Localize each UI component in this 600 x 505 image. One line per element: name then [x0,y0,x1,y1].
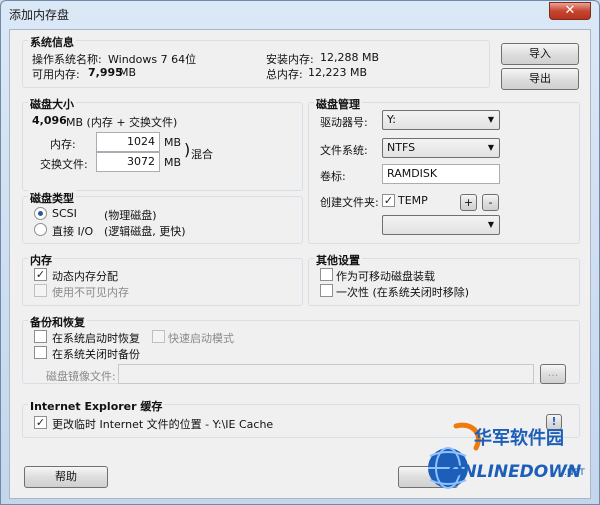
remove-folder-button[interactable]: - [482,194,499,211]
installed-memory-label: 安装内存: [266,53,314,66]
export-button[interactable]: 导出 [501,68,579,90]
other-settings-title: 其他设置 [314,252,362,268]
close-button[interactable]: ✕ [549,2,591,20]
os-name-label: 操作系统名称: [32,53,102,66]
volume-label-input[interactable]: RAMDISK [382,164,500,184]
disk-size-title: 磁盘大小 [28,96,76,112]
removable-checkbox[interactable] [320,268,333,281]
ie-cache-label[interactable]: 更改临时 Internet 文件的位置 - Y:\IE Cache [52,416,273,432]
removable-label[interactable]: 作为可移动磁盘装载 [336,268,435,284]
backup-title: 备份和恢复 [28,314,87,330]
dialog-window: 添加内存盘 ✕ 系统信息 操作系统名称: Windows 7 64位 可用内存:… [0,0,600,505]
ie-cache-title: Internet Explorer 缓存 [28,398,165,414]
dynamic-memory-checkbox[interactable]: ✓ [34,268,47,281]
volume-label-label: 卷标: [320,170,346,183]
create-folder-label: 创建文件夹: [320,196,379,209]
scsi-label[interactable]: SCSI [52,207,77,220]
create-folder-checkbox[interactable]: ✓ [382,194,395,207]
create-folder-name: TEMP [398,194,428,207]
memory-size-input[interactable]: 1024 [96,132,160,152]
filesystem-label: 文件系统: [320,144,368,157]
os-name-value: Windows 7 64位 [108,53,197,66]
filesystem-chevron-down-icon: ▼ [487,143,494,152]
swap-size-input[interactable]: 3072 [96,152,160,172]
invisible-memory-checkbox[interactable] [34,284,47,297]
drive-letter-chevron-down-icon: ▼ [487,115,494,124]
available-memory-label: 可用内存: [32,68,80,81]
disk-image-input[interactable] [118,364,534,384]
memory-size-label: 内存: [50,138,76,151]
onetime-checkbox[interactable] [320,284,333,297]
disk-size-total-value: 4,096 [32,114,67,127]
backup-on-shutdown-checkbox[interactable] [34,346,47,359]
scsi-radio-dot [38,211,43,216]
memory-title: 内存 [28,252,54,268]
watermark-suffix-text: .NET [564,468,585,478]
watermark-logo: 华军软件园 ONLINEDOWN .NET [426,418,590,498]
available-memory-unit: MB [119,66,137,79]
direct-io-desc: (逻辑磁盘, 更快) [104,225,186,238]
scsi-desc: (物理磁盘) [104,209,157,222]
add-folder-button[interactable]: + [460,194,477,211]
fast-boot-checkbox[interactable] [152,330,165,343]
available-memory-value: 7,995 [88,66,123,79]
disk-type-title: 磁盘类型 [28,190,76,206]
ie-cache-checkbox[interactable]: ✓ [34,416,47,429]
invisible-memory-label[interactable]: 使用不可见内存 [52,284,129,300]
installed-memory-value: 12,288 MB [320,51,380,64]
import-button[interactable]: 导入 [501,43,579,65]
swap-size-label: 交换文件: [40,158,88,171]
window-title: 添加内存盘 [9,8,70,22]
folder-chevron-down-icon: ▼ [487,220,494,229]
drive-letter-label: 驱动器号: [320,116,368,129]
disk-manage-title: 磁盘管理 [314,96,362,112]
dynamic-memory-label[interactable]: 动态内存分配 [52,268,118,284]
title-bar: 添加内存盘 ✕ [1,1,599,25]
drive-letter-select[interactable]: Y: ▼ [382,110,500,130]
disk-size-total-desc: MB (内存 + 交换文件) [66,116,178,129]
drive-letter-value: Y: [387,113,396,126]
system-info-title: 系统信息 [28,34,76,50]
direct-io-label[interactable]: 直接 I/O [52,223,93,239]
scsi-radio[interactable] [34,207,47,220]
swap-size-unit: MB [164,156,182,169]
restore-on-boot-label[interactable]: 在系统启动时恢复 [52,330,140,346]
restore-on-boot-checkbox[interactable] [34,330,47,343]
folder-select[interactable]: ▼ [382,215,500,235]
total-memory-value: 12,223 MB [308,66,368,79]
memory-size-unit: MB [164,136,182,149]
help-button[interactable]: 帮助 [24,466,108,488]
disk-image-label: 磁盘镜像文件: [46,370,116,383]
backup-on-shutdown-label[interactable]: 在系统关闭时备份 [52,346,140,362]
filesystem-select[interactable]: NTFS ▼ [382,138,500,158]
watermark-cn-text: 华军软件园 [474,428,564,449]
mix-label: 混合 [191,148,213,161]
dialog-client: 系统信息 操作系统名称: Windows 7 64位 可用内存: 7,995 M… [9,29,591,499]
filesystem-value: NTFS [387,141,416,154]
direct-io-radio[interactable] [34,223,47,236]
mix-brace: ) [184,140,191,159]
fast-boot-label[interactable]: 快速启动模式 [168,330,234,346]
onetime-label[interactable]: 一次性 (在系统关闭时移除) [336,284,469,300]
browse-image-button[interactable]: ... [540,364,566,384]
total-memory-label: 总内存: [266,68,303,81]
watermark-brand-text: ONLINEDOWN [448,462,582,482]
